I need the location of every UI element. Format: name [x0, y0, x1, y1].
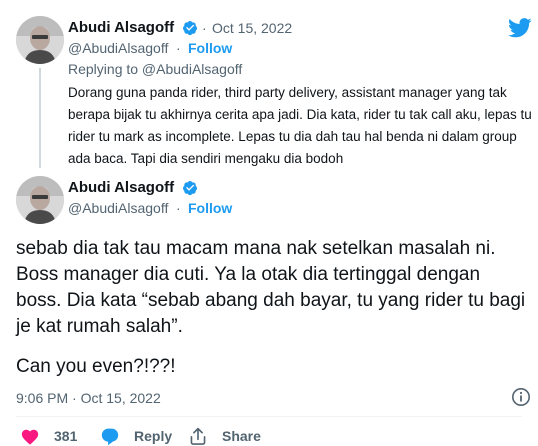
reply-icon[interactable] [100, 427, 120, 445]
follow-button[interactable]: Follow [188, 40, 232, 56]
main-tweet-text: sebab dia tak tau macam mana nak setelka… [16, 238, 526, 337]
reply-label: Reply [134, 428, 173, 444]
main-tweet-text-closing: Can you even?!??! [16, 356, 176, 377]
separator-dot: · [176, 40, 181, 56]
author-name[interactable]: Abudi Alsagoff [68, 19, 174, 36]
heart-icon[interactable] [20, 427, 40, 445]
divider [16, 416, 522, 417]
like-count: 381 [54, 428, 78, 444]
twitter-logo-icon[interactable] [508, 18, 532, 38]
share-label: Share [222, 428, 261, 444]
avatar[interactable] [16, 176, 64, 224]
verified-badge-icon [183, 181, 197, 196]
info-icon[interactable] [511, 387, 531, 407]
verified-badge-icon [183, 21, 197, 36]
tweet-timestamp[interactable]: 9:06 PM · Oct 15, 2022 [16, 390, 161, 406]
share-icon[interactable] [188, 427, 208, 445]
separator-dot: · [202, 20, 207, 36]
tweet-date[interactable]: Oct 15, 2022 [212, 20, 292, 36]
author-handle[interactable]: @AbudiAlsagoff [68, 40, 168, 56]
thread-line [39, 68, 41, 168]
share-action[interactable]: Share [188, 427, 261, 445]
like-action[interactable]: 381 [20, 427, 77, 445]
replying-to[interactable]: Replying to @AbudiAlsagoff [68, 61, 242, 77]
author-handle[interactable]: @AbudiAlsagoff [68, 200, 168, 216]
avatar[interactable] [16, 16, 64, 64]
author-name[interactable]: Abudi Alsagoff [68, 179, 174, 196]
reply-action[interactable]: Reply [100, 427, 172, 445]
reply-tweet-text: Dorang guna panda rider, third party del… [68, 85, 532, 166]
follow-button[interactable]: Follow [188, 200, 232, 216]
separator-dot: · [176, 200, 181, 216]
